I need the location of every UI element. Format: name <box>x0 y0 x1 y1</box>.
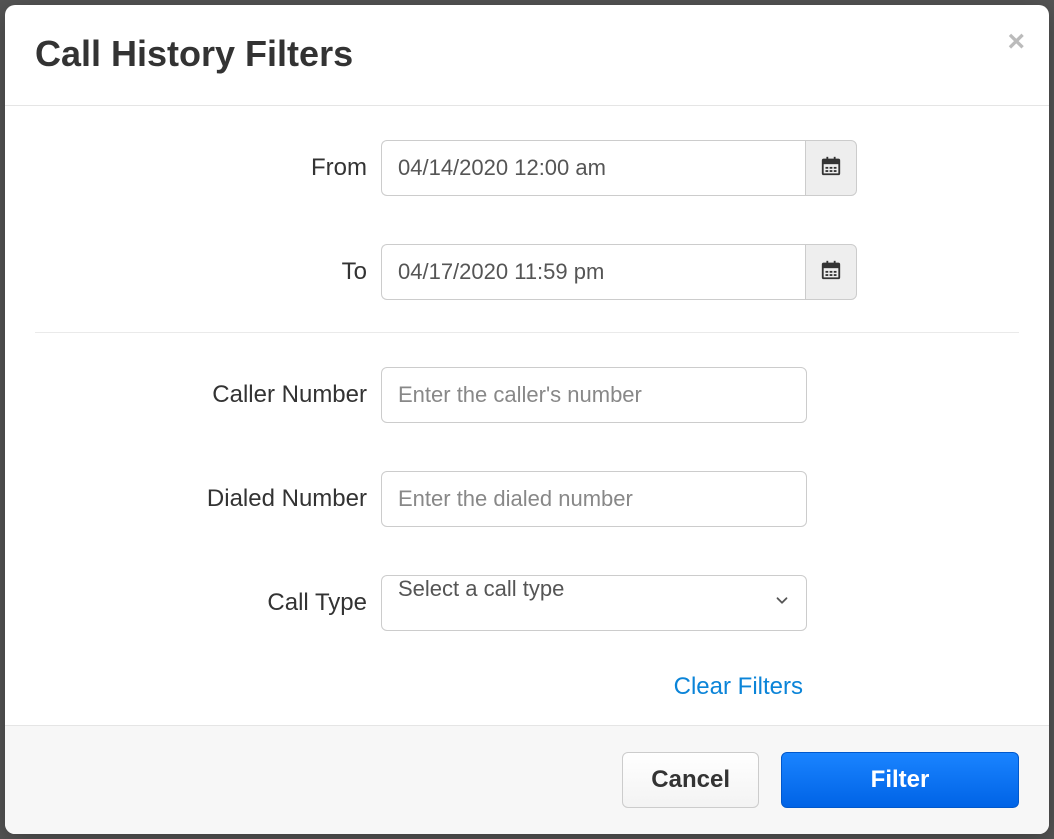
from-label: From <box>35 154 381 182</box>
row-dialed: Dialed Number <box>35 471 1019 527</box>
clear-filters-link[interactable]: Clear Filters <box>381 673 807 701</box>
caller-number-input[interactable] <box>381 367 807 423</box>
calendar-icon <box>820 259 842 286</box>
calltype-label: Call Type <box>35 589 381 617</box>
clear-row: Clear Filters <box>35 673 1019 701</box>
row-calltype: Call Type Select a call type <box>35 575 1019 631</box>
dialed-label: Dialed Number <box>35 485 381 513</box>
filter-button[interactable]: Filter <box>781 752 1019 808</box>
to-date-input[interactable] <box>381 244 805 300</box>
row-caller: Caller Number <box>35 367 1019 423</box>
from-date-input[interactable] <box>381 140 805 196</box>
row-to: To <box>35 244 1019 300</box>
modal-title: Call History Filters <box>35 33 1019 75</box>
modal-header: Call History Filters × <box>5 5 1049 106</box>
close-icon[interactable]: × <box>1007 27 1025 57</box>
calltype-select[interactable]: Select a call type <box>381 575 807 631</box>
cancel-button[interactable]: Cancel <box>622 752 759 808</box>
to-input-group <box>381 244 857 300</box>
row-from: From <box>35 140 1019 196</box>
dialed-number-input[interactable] <box>381 471 807 527</box>
modal-footer: Cancel Filter <box>5 725 1049 834</box>
from-input-group <box>381 140 857 196</box>
filters-modal: Call History Filters × From To <box>5 5 1049 834</box>
calltype-select-wrap: Select a call type <box>381 575 807 631</box>
from-calendar-button[interactable] <box>805 140 857 196</box>
calendar-icon <box>820 155 842 182</box>
caller-label: Caller Number <box>35 381 381 409</box>
divider <box>35 332 1019 333</box>
to-calendar-button[interactable] <box>805 244 857 300</box>
to-label: To <box>35 258 381 286</box>
modal-body: From To <box>5 106 1049 725</box>
